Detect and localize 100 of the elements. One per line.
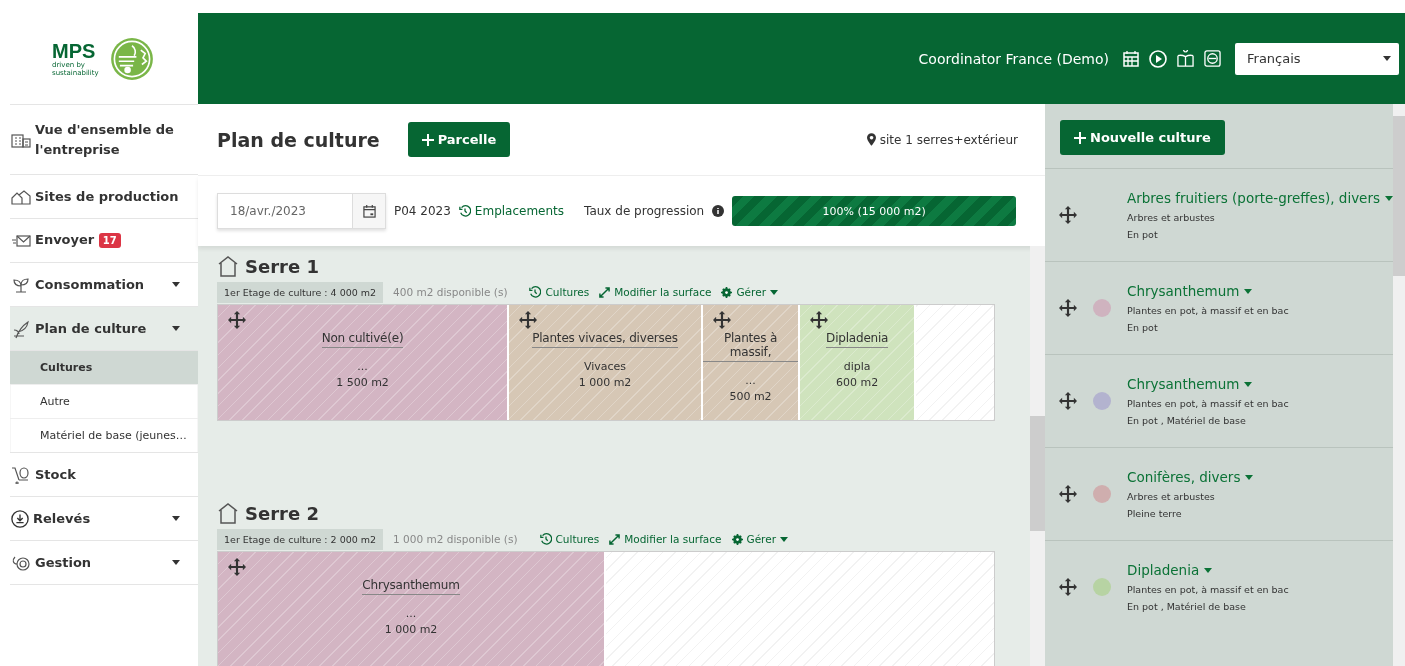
plot-name: Non cultivé(e) bbox=[321, 331, 404, 348]
plot-block[interactable]: Plantes à massif, ... 500 m2 bbox=[703, 305, 800, 420]
move-icon[interactable] bbox=[519, 311, 537, 329]
plot-note: ... bbox=[405, 607, 417, 620]
culture-details: En pot , Matériel de base bbox=[1127, 415, 1247, 426]
floor-label: 1er Etage de culture : 2 000 m2 bbox=[217, 528, 384, 550]
greenhouse-action-link[interactable]: Modifier la surface bbox=[599, 286, 712, 298]
progress-bar: 100% (15 000 m2) bbox=[732, 196, 1016, 226]
building-icon bbox=[11, 131, 31, 148]
culture-name[interactable]: Conifères, divers bbox=[1127, 469, 1254, 485]
houses-icon bbox=[11, 188, 31, 205]
history-icon bbox=[458, 205, 471, 217]
cart-icon bbox=[11, 465, 31, 484]
greenhouse-action-link[interactable]: Cultures bbox=[529, 286, 590, 298]
plot-note: ... bbox=[745, 374, 756, 387]
culture-details: Pleine terre bbox=[1127, 508, 1183, 519]
greenhouse-action-link[interactable]: Modifier la surface bbox=[609, 533, 722, 545]
language-select[interactable]: Français bbox=[1235, 42, 1399, 75]
plot-note: dipla bbox=[843, 360, 871, 373]
culture-type: Plantes en pot, à massif et en bac bbox=[1127, 584, 1289, 595]
move-icon[interactable] bbox=[810, 311, 828, 329]
remote-icon[interactable] bbox=[1204, 50, 1221, 67]
progress-label: Taux de progression bbox=[584, 204, 705, 218]
plot-area: 1 000 m2 bbox=[384, 623, 438, 636]
plot-area: 1 000 m2 bbox=[578, 376, 632, 389]
sidebar-subitem[interactable]: Matériel de base (jeunes… bbox=[10, 419, 198, 452]
available-area: 400 m2 disponible (s) bbox=[393, 286, 508, 298]
culture-name[interactable]: Dipladenia bbox=[1127, 562, 1289, 578]
move-icon[interactable] bbox=[228, 558, 246, 576]
plus-icon bbox=[1074, 131, 1086, 144]
greenhouse-action-link[interactable]: Gérer bbox=[721, 286, 778, 298]
scrollbar-thumb[interactable] bbox=[1393, 116, 1405, 276]
envelope-icon bbox=[11, 232, 31, 249]
period-label: P04 2023 bbox=[394, 204, 451, 218]
user-name: Coordinator France (Demo) bbox=[918, 50, 1109, 67]
plot-block[interactable]: Dipladenia dipla 600 m2 bbox=[800, 305, 917, 420]
plot-area: 600 m2 bbox=[836, 376, 879, 389]
history-icon bbox=[539, 533, 552, 545]
culture-type: Arbres et arbustes bbox=[1127, 491, 1216, 502]
date-field[interactable]: 18/avr./2023 bbox=[217, 193, 386, 229]
move-icon[interactable] bbox=[1059, 392, 1077, 410]
greenhouse-icon bbox=[217, 502, 239, 524]
download-icon bbox=[11, 509, 29, 528]
sidebar-item[interactable]: Envoyer 17 bbox=[10, 219, 198, 263]
add-plot-button[interactable]: Parcelle bbox=[407, 122, 511, 157]
culture-type: Plantes en pot, à massif et en bac bbox=[1127, 398, 1289, 409]
plot-note: ... bbox=[357, 360, 368, 373]
move-icon[interactable] bbox=[713, 311, 731, 329]
gear-icon bbox=[721, 286, 733, 298]
history-icon bbox=[529, 286, 542, 298]
calendar-icon[interactable] bbox=[362, 204, 376, 218]
plot-block[interactable]: Non cultivé(e) ... 1 500 m2 bbox=[218, 305, 509, 420]
sidebar-subitem[interactable]: Cultures bbox=[10, 351, 198, 385]
caret-icon bbox=[1383, 56, 1391, 61]
floor-label: 1er Etage de culture : 4 000 m2 bbox=[217, 281, 384, 303]
locations-link[interactable]: Emplacements bbox=[458, 204, 565, 218]
culture-type: Plantes en pot, à massif et en bac bbox=[1127, 305, 1289, 316]
caret-icon bbox=[1244, 288, 1253, 294]
logo-name: MPS bbox=[52, 40, 97, 61]
culture-details: En pot bbox=[1127, 322, 1159, 333]
plot-note: Vivaces bbox=[583, 360, 627, 373]
scrollbar-thumb[interactable] bbox=[1030, 416, 1045, 531]
play-icon[interactable] bbox=[1149, 49, 1167, 68]
plot-block[interactable]: Chrysanthemum ... 1 000 m2 bbox=[218, 552, 606, 666]
caret-icon bbox=[779, 536, 788, 542]
move-icon[interactable] bbox=[1059, 485, 1077, 503]
greenhouse-icon bbox=[217, 255, 239, 277]
caret-icon bbox=[172, 560, 180, 565]
book-icon[interactable] bbox=[1177, 50, 1194, 67]
culture-details: En pot bbox=[1127, 229, 1159, 240]
scrollbar[interactable] bbox=[1393, 104, 1405, 666]
move-icon[interactable] bbox=[1059, 299, 1077, 317]
culture-type: Arbres et arbustes bbox=[1127, 212, 1216, 223]
greenhouse-action-link[interactable]: Cultures bbox=[539, 533, 600, 545]
info-icon[interactable] bbox=[712, 205, 725, 217]
available-area: 1 000 m2 disponible (s) bbox=[393, 533, 518, 545]
culture-name[interactable]: Chrysanthemum bbox=[1127, 376, 1289, 392]
new-culture-button[interactable]: Nouvelle culture bbox=[1060, 120, 1225, 155]
scrollbar[interactable] bbox=[1030, 246, 1045, 666]
plant-icon bbox=[11, 318, 31, 339]
move-icon[interactable] bbox=[1059, 578, 1077, 596]
caret-icon bbox=[769, 289, 778, 295]
logo-emblem-icon bbox=[110, 36, 154, 81]
culture-name[interactable]: Chrysanthemum bbox=[1127, 283, 1289, 299]
gear-icon bbox=[731, 533, 743, 545]
resize-icon bbox=[609, 533, 621, 545]
move-icon[interactable] bbox=[1059, 206, 1077, 224]
plot-name: Chrysanthemum bbox=[362, 578, 460, 595]
sidebar-item[interactable]: Plan de culture bbox=[10, 307, 198, 351]
plot-area: 1 500 m2 bbox=[336, 376, 389, 389]
caret-icon bbox=[1385, 195, 1393, 201]
caret-icon bbox=[172, 326, 180, 331]
culture-name[interactable]: Arbres fruitiers (porte-greffes), divers bbox=[1127, 190, 1393, 206]
caret-icon bbox=[1244, 381, 1253, 387]
greenhouse-action-link[interactable]: Gérer bbox=[731, 533, 788, 545]
plot-block[interactable]: Plantes vivaces, diverses Vivaces 1 000 m2 bbox=[509, 305, 703, 420]
plot-name: Dipladenia bbox=[826, 331, 889, 348]
move-icon[interactable] bbox=[228, 311, 246, 329]
caret-icon bbox=[1204, 567, 1213, 573]
site-label: site 1 serres+extérieur bbox=[866, 132, 1018, 147]
